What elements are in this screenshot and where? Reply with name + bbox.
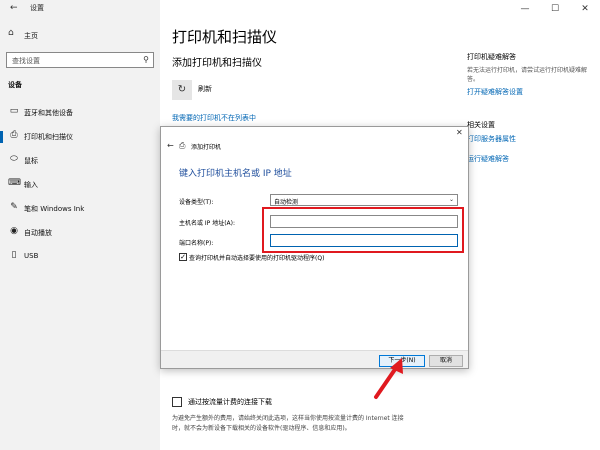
cancel-button[interactable]: 取消 [429, 355, 463, 367]
metered-download-checkbox[interactable] [172, 397, 182, 407]
sidebar-item-label: 打印机和扫描仪 [24, 133, 73, 141]
pen-icon: ✎ [10, 202, 18, 212]
title-bar: 设置 — ☐ ✕ [0, 0, 600, 18]
sidebar-item-label: 输入 [24, 181, 38, 189]
window-title: 设置 [30, 4, 44, 12]
metered-download-description: 为避免产生额外的费用，请始终关闭此选项，这样当你使用按流量计费的 Interne… [172, 415, 404, 432]
refresh-icon: ↻ [177, 84, 187, 95]
dialog-heading: 键入打印机主机名或 IP 地址 [179, 169, 292, 179]
sidebar-item-printers[interactable]: ⎙ 打印机和扫描仪 [0, 128, 160, 148]
printer-icon: ⎙ [179, 141, 186, 150]
dialog-footer: 下一步(N) 取消 [161, 350, 468, 368]
query-printer-label: 查询打印机并自动选择要使用的打印机驱动程序(Q) [189, 255, 325, 262]
home-icon: ⌂ [8, 28, 14, 38]
sidebar: ← ⌂ 主页 查找设置 ⚲ 设备 ▭ 蓝牙和其他设备 ⎙ 打印机和扫描仪 ⬭ 鼠… [0, 0, 160, 450]
sidebar-item-label: 蓝牙和其他设备 [24, 109, 73, 117]
search-input[interactable]: 查找设置 ⚲ [6, 52, 154, 68]
printer-not-listed-link[interactable]: 我需要的打印机不在列表中 [172, 113, 256, 123]
keyboard-icon: ⌨ [8, 178, 21, 188]
sidebar-item-label: 鼠标 [24, 157, 38, 165]
sidebar-item-label: 自动播放 [24, 229, 52, 237]
search-placeholder: 查找设置 [12, 57, 40, 65]
troubleshoot-heading: 打印机疑难解答 [467, 53, 516, 61]
dialog-back-icon[interactable]: ← [167, 141, 174, 150]
port-name-label: 端口名称(P): [179, 240, 214, 247]
sidebar-item-home[interactable]: ⌂ 主页 [0, 28, 160, 46]
query-printer-checkbox[interactable]: ✓ [179, 253, 187, 261]
related-settings-heading: 相关设置 [467, 121, 495, 129]
sidebar-item-label: 笔和 Windows Ink [24, 205, 85, 213]
chevron-down-icon: ⌄ [448, 196, 454, 203]
sidebar-item-bluetooth[interactable]: ▭ 蓝牙和其他设备 [0, 104, 160, 124]
dialog-close-icon[interactable]: ✕ [456, 128, 463, 137]
metered-download-label: 通过按流量计费的连接下载 [188, 398, 272, 406]
troubleshoot-settings-link[interactable]: 打开疑难解答设置 [467, 87, 523, 97]
sidebar-item-mouse[interactable]: ⬭ 鼠标 [0, 152, 160, 172]
sidebar-item-usb[interactable]: ▯ USB [0, 248, 160, 268]
mouse-icon: ⬭ [10, 154, 18, 164]
annotation-highlight-box [262, 207, 464, 253]
device-type-label: 设备类型(T): [179, 199, 214, 206]
section-label-devices: 设备 [8, 81, 22, 89]
home-label: 主页 [24, 32, 38, 40]
bluetooth-device-icon: ▭ [9, 106, 19, 116]
sidebar-item-input[interactable]: ⌨ 输入 [0, 176, 160, 196]
search-icon: ⚲ [143, 55, 149, 64]
annotation-arrow-icon [374, 358, 403, 399]
sidebar-item-autoplay[interactable]: ◉ 自动播放 [0, 224, 160, 244]
autoplay-icon: ◉ [10, 226, 18, 236]
refresh-button[interactable]: ↻ [172, 80, 192, 100]
maximize-button[interactable]: ☐ [540, 1, 570, 17]
refresh-label: 刷新 [198, 85, 212, 93]
page-title: 打印机和扫描仪 [172, 28, 278, 46]
hostname-label: 主机名或 IP 地址(A): [179, 220, 236, 227]
dialog-title: 添加打印机 [191, 144, 222, 151]
device-type-select[interactable]: 自动检测 ⌄ [270, 194, 458, 206]
troubleshoot-text: 若无法运行打印机，请尝试运行打印机疑难解答。 [467, 67, 588, 83]
close-button[interactable]: ✕ [570, 1, 600, 17]
section-title: 添加打印机和扫描仪 [172, 58, 262, 69]
print-server-properties-link[interactable]: 打印服务器属性 [467, 134, 516, 144]
usb-icon: ▯ [11, 250, 17, 260]
sidebar-item-label: USB [24, 252, 39, 260]
sidebar-item-pen[interactable]: ✎ 笔和 Windows Ink [0, 200, 160, 220]
device-type-value: 自动检测 [274, 199, 299, 206]
run-troubleshooter-link[interactable]: 运行疑难解答 [467, 154, 509, 164]
printer-icon: ⎙ [10, 130, 18, 140]
minimize-button[interactable]: — [510, 1, 540, 17]
